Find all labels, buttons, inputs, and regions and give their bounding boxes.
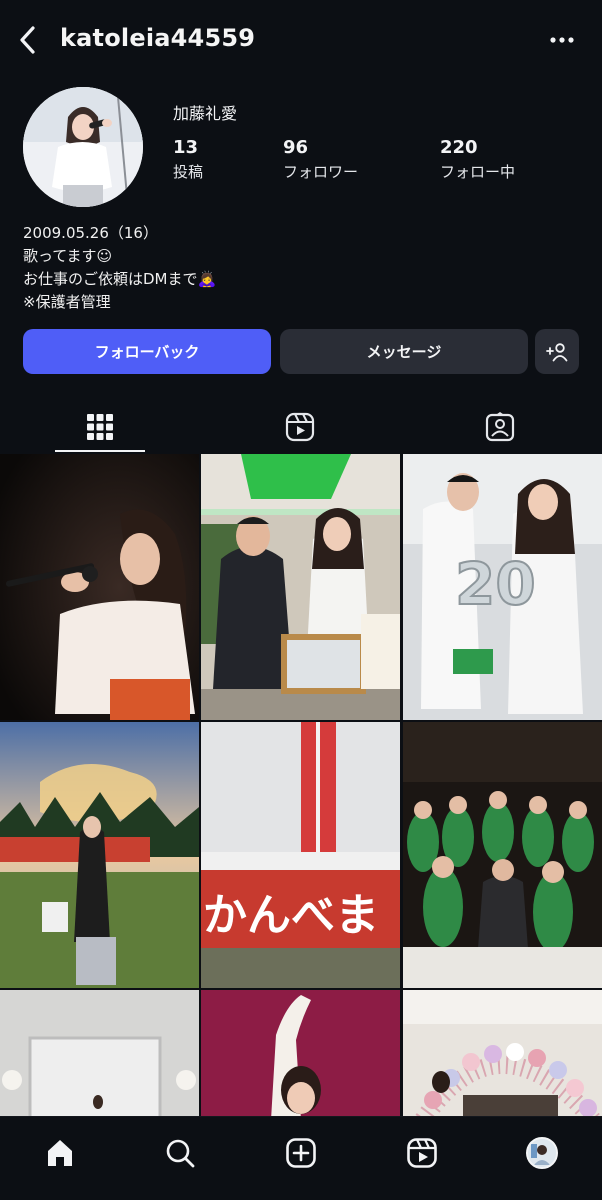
add-user-button[interactable] <box>535 329 579 374</box>
post-thumbnail[interactable]: 20 <box>403 454 602 720</box>
stat-value: 96 <box>283 137 309 158</box>
stat-value: 13 <box>173 137 199 158</box>
bio-line: お仕事のご依頼はDMまで🙇‍♀️ <box>23 270 217 288</box>
tab-posts-grid[interactable] <box>0 400 200 454</box>
post-thumbnail[interactable] <box>0 990 199 1116</box>
bio-line: ※保護者管理 <box>23 293 111 311</box>
bio-line: 2009.05.26（16） <box>23 224 158 242</box>
nav-home[interactable] <box>38 1131 82 1175</box>
festival-banner-text: かんべま <box>203 890 379 941</box>
post-thumbnail[interactable] <box>0 454 199 720</box>
nav-search[interactable] <box>158 1131 202 1175</box>
bottom-navigation <box>0 1116 602 1200</box>
tagged-icon <box>485 412 515 442</box>
following-count[interactable]: 220 フォロー中 <box>440 137 515 182</box>
stat-label: フォロー中 <box>440 163 516 181</box>
stat-label: 投稿 <box>173 163 204 181</box>
grid-icon <box>87 414 113 440</box>
bio-line: 歌ってます☺ <box>23 247 113 265</box>
profile-avatar-icon <box>526 1137 558 1169</box>
active-tab-indicator <box>55 450 145 452</box>
post-thumbnail[interactable] <box>0 722 199 988</box>
profile-username: katoleia44559 <box>60 24 256 52</box>
nav-reels[interactable] <box>400 1131 444 1175</box>
reels-icon <box>407 1138 437 1168</box>
post-grid: 20 かんべま <box>0 454 602 1116</box>
nav-create[interactable] <box>279 1131 323 1175</box>
post-thumbnail[interactable] <box>403 990 602 1116</box>
search-icon <box>166 1139 195 1168</box>
display-name: 加藤礼愛 <box>173 104 238 123</box>
stat-value: 220 <box>440 137 478 158</box>
post-thumbnail[interactable] <box>403 722 602 988</box>
post-thumbnail[interactable] <box>201 990 400 1116</box>
post-thumbnail[interactable] <box>201 454 400 720</box>
create-post-icon <box>286 1138 316 1168</box>
more-horizontal-icon <box>550 37 574 43</box>
stat-label: フォロワー <box>283 163 359 181</box>
back-button[interactable] <box>12 22 44 58</box>
balloon-number: 20 <box>455 550 536 618</box>
post-thumbnail[interactable]: かんべま <box>201 722 400 988</box>
tab-tagged[interactable] <box>400 400 600 454</box>
nav-profile[interactable] <box>520 1131 564 1175</box>
profile-bio: 2009.05.26（16） 歌ってます☺ お仕事のご依頼はDMまで🙇‍♀️ ※… <box>23 222 216 314</box>
follow-back-button[interactable]: フォローバック <box>23 329 271 374</box>
tab-reels[interactable] <box>200 400 400 454</box>
chevron-left-icon <box>20 26 35 54</box>
profile-tabs <box>0 400 602 454</box>
top-bar: katoleia44559 <box>0 0 602 80</box>
followers-count[interactable]: 96 フォロワー <box>283 137 358 182</box>
message-button[interactable]: メッセージ <box>280 329 528 374</box>
home-icon <box>48 1140 72 1166</box>
reels-icon <box>285 412 315 442</box>
profile-avatar[interactable] <box>23 87 143 207</box>
more-options-button[interactable] <box>542 26 582 54</box>
posts-count[interactable]: 13 投稿 <box>173 137 203 182</box>
add-user-icon <box>546 342 568 361</box>
